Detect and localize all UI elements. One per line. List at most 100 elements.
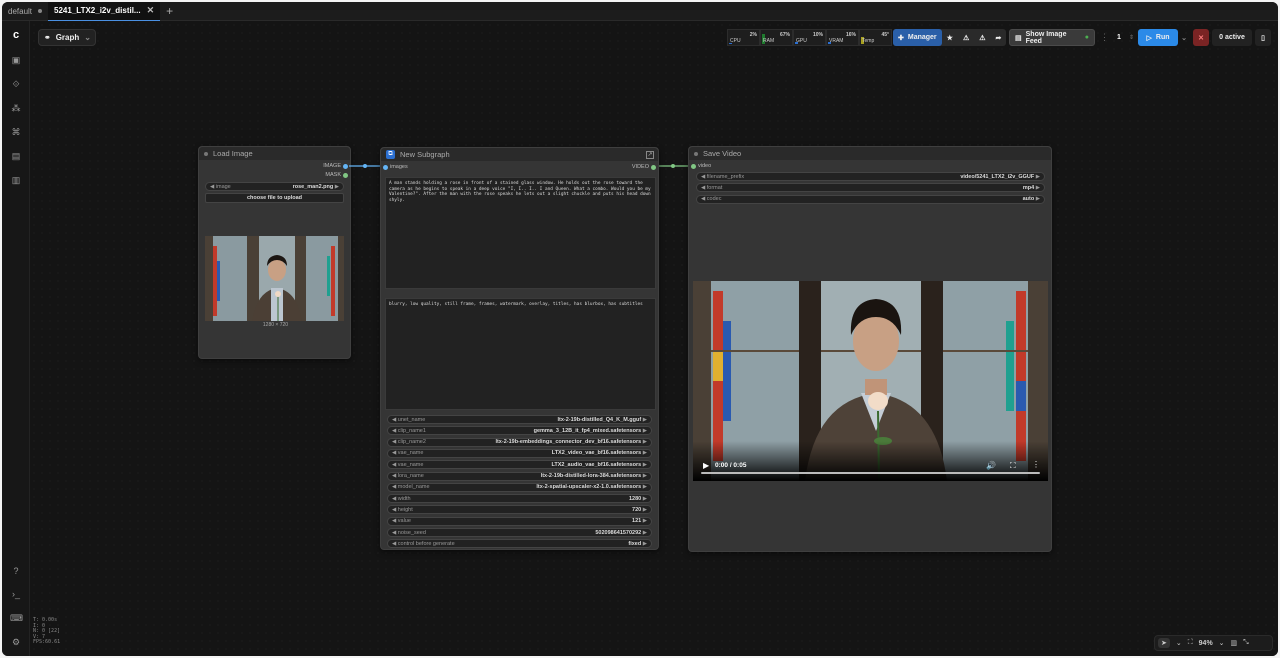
arrow-right-icon[interactable]: ▶ <box>641 518 647 524</box>
input-images-slot[interactable] <box>383 165 388 170</box>
widget-unet-name[interactable]: ◀ unet_name ltx-2-19b-distilled_Q4_K_M.gg… <box>387 415 652 424</box>
widget-vae-name[interactable]: ◀ vae_name LTX2_video_vae_bf16.safetensor… <box>387 448 652 458</box>
widget-clip-name1[interactable]: ◀ clip_name1 gemma_3_12B_it_fp4_mixed.saf… <box>387 426 652 436</box>
negative-prompt-textarea[interactable]: blurry, low quality, still frame, frames… <box>385 298 656 410</box>
play-icon[interactable]: ▶ <box>703 461 709 470</box>
arrow-right-icon[interactable]: ▶ <box>1034 185 1040 191</box>
save-video-node[interactable]: Save Video video ◀ filename_prefix video/… <box>688 146 1052 552</box>
arrow-right-icon[interactable]: ▶ <box>641 417 647 423</box>
arrow-right-icon[interactable]: ▶ <box>641 439 647 445</box>
output-video-slot[interactable] <box>651 165 656 170</box>
images-icon[interactable]: ▣ <box>10 54 22 66</box>
close-icon[interactable]: ✕ <box>147 5 155 16</box>
node-collapse-icon[interactable] <box>204 151 208 156</box>
queue-icon[interactable]: ▥ <box>10 174 22 186</box>
widget-noise-seed[interactable]: ◀ noise_seed 502098641570292 ▶ <box>387 528 652 537</box>
fit-view-icon[interactable]: ⛶ <box>1188 639 1193 647</box>
load-image-node[interactable]: Load Image IMAGE MASK ◀ image rose_man2.… <box>198 146 351 359</box>
chevron-down-icon[interactable]: ⌄ <box>1219 639 1225 647</box>
arrow-right-icon[interactable]: ▶ <box>641 450 647 456</box>
meter-gpu: GPU 10% <box>793 29 826 46</box>
nodes-icon[interactable]: ⁂ <box>10 102 22 114</box>
widget-value[interactable]: ◀ value 121 ▶ <box>387 516 652 526</box>
arrow-right-icon[interactable]: ▶ <box>1034 174 1040 180</box>
fullscreen-icon[interactable]: ⛶ <box>1010 461 1016 471</box>
manager-group: ✚ Manager ★ ⚠ ⚠ ➦ <box>893 29 1007 46</box>
templates-icon[interactable]: ▤ <box>10 150 22 162</box>
link-visibility-icon[interactable]: ⤡ <box>1243 639 1249 647</box>
positive-prompt-textarea[interactable]: A man stands holding a rose in front of … <box>385 177 656 289</box>
volume-icon[interactable]: 🔊 <box>986 461 996 470</box>
queue-count-input[interactable]: 1 <box>1109 29 1129 46</box>
arrow-right-icon[interactable]: ▶ <box>1034 196 1040 202</box>
tab-workflow[interactable]: 5241_LTX2_i2v_distil... ✕ <box>48 2 161 21</box>
select-mode-icon[interactable]: ➤ <box>1158 638 1170 648</box>
more-options-icon[interactable]: ⋮ <box>1032 460 1040 469</box>
stepper-icon[interactable]: ⇕ <box>1129 34 1137 41</box>
widget-lora-name[interactable]: ◀ lora_name ltx-2-19b-distilled-lora-384.… <box>387 471 652 481</box>
tool-a-button[interactable]: ⚠ <box>958 29 974 46</box>
widget-height[interactable]: ◀ height 720 ▶ <box>387 505 652 515</box>
drag-handle-icon[interactable]: ⋮ <box>1100 32 1109 43</box>
arrow-right-icon[interactable]: ▶ <box>641 541 647 547</box>
graph-label: Graph <box>55 33 80 42</box>
video-progress-track[interactable] <box>701 472 1040 474</box>
manager-button[interactable]: ✚ Manager <box>893 29 942 46</box>
run-button[interactable]: ▷ Run <box>1138 29 1178 46</box>
widget-control-before-generate[interactable]: ◀ control before generate fixed ▶ <box>387 539 652 549</box>
widget-model-name[interactable]: ◀ model_name ltx-2-spatial-upscaler-x2-1.… <box>387 482 652 492</box>
queue-active-button[interactable]: 0 active <box>1212 29 1252 46</box>
widget-width[interactable]: ◀ width 1280 ▶ <box>387 494 652 504</box>
help-icon[interactable]: ? <box>10 565 22 577</box>
node-title-bar[interactable]: Load Image <box>199 147 350 160</box>
arrow-right-icon[interactable]: ▶ <box>641 496 647 502</box>
enter-subgraph-icon[interactable]: ↗ <box>646 150 654 159</box>
settings-gear-icon[interactable]: ⚙ <box>10 636 22 648</box>
meter-value: 16% <box>845 32 856 38</box>
widget-value: video/5241_LTX2_i2v_GGUF <box>960 173 1035 180</box>
keyboard-icon[interactable]: ⌨ <box>10 612 23 624</box>
widget-codec[interactable]: ◀ codec auto ▶ <box>696 194 1045 204</box>
interrupt-button[interactable]: ✕ <box>1193 29 1209 46</box>
widget-vae-name[interactable]: ◀ vae_name LTX2_audio_vae_bf16.safetensor… <box>387 460 652 470</box>
widget-value: ltx-2-19b-embeddings_connector_dev_bf16.… <box>495 439 642 446</box>
workflows-icon[interactable]: ⌘ <box>10 126 22 138</box>
new-tab-button[interactable]: + <box>160 4 179 18</box>
toggle-panel-button[interactable]: ▯ <box>1255 29 1271 46</box>
arrow-right-icon[interactable]: ▶ <box>641 473 647 479</box>
node-title-bar[interactable]: ⧉ New Subgraph ↗ <box>381 148 658 161</box>
share-button[interactable]: ➦ <box>991 29 1007 46</box>
widget-filename-prefix[interactable]: ◀ filename_prefix video/5241_LTX2_i2v_GGU… <box>696 172 1045 181</box>
upload-button[interactable]: choose file to upload <box>205 193 344 203</box>
run-options-button[interactable]: ⌄ <box>1178 29 1190 46</box>
arrow-right-icon[interactable]: ▶ <box>641 462 647 468</box>
meter-label: CPU <box>730 38 741 44</box>
combo-left-icon[interactable]: ◀ image <box>210 184 231 190</box>
arrow-right-icon[interactable]: ▶ <box>641 530 647 536</box>
image-combo[interactable]: ◀ image rose_man2.png ▶ <box>205 182 344 191</box>
output-image-slot[interactable] <box>343 164 348 169</box>
node-collapse-icon[interactable] <box>694 151 698 156</box>
arrow-right-icon[interactable]: ▶ <box>641 507 647 513</box>
combo-right-icon[interactable]: ▶ <box>335 184 339 190</box>
zoom-level[interactable]: 94% <box>1199 640 1213 647</box>
output-mask-slot[interactable] <box>343 173 348 178</box>
arrow-right-icon[interactable]: ▶ <box>641 428 647 434</box>
chevron-down-icon[interactable]: ⌄ <box>1176 639 1182 647</box>
widget-clip-name2[interactable]: ◀ clip_name2 ltx-2-19b-embeddings_connect… <box>387 437 652 447</box>
tool-b-button[interactable]: ⚠ <box>974 29 990 46</box>
node-title-bar[interactable]: Save Video <box>689 147 1051 160</box>
minimap-icon[interactable]: ▥ <box>1231 639 1238 647</box>
video-player[interactable]: ▶ 0:00 / 0:05 🔊 ⛶ ⋮ <box>693 281 1048 481</box>
show-image-feed-button[interactable]: ▤ Show Image Feed ● <box>1009 29 1095 46</box>
subgraph-node[interactable]: ⧉ New Subgraph ↗ images VIDEO A man stan… <box>380 147 659 550</box>
models-icon[interactable]: ⟐ <box>10 78 22 90</box>
star-button[interactable]: ★ <box>942 29 958 46</box>
terminal-icon[interactable]: ›_ <box>10 588 22 600</box>
arrow-right-icon[interactable]: ▶ <box>641 484 647 490</box>
comfy-logo-icon[interactable]: c <box>10 29 22 41</box>
input-video-slot[interactable] <box>691 164 696 169</box>
tab-default[interactable]: default <box>2 2 48 21</box>
widget-format[interactable]: ◀ format mp4 ▶ <box>696 183 1045 193</box>
graph-menu-button[interactable]: ⚭ Graph ⌄ <box>38 29 96 46</box>
